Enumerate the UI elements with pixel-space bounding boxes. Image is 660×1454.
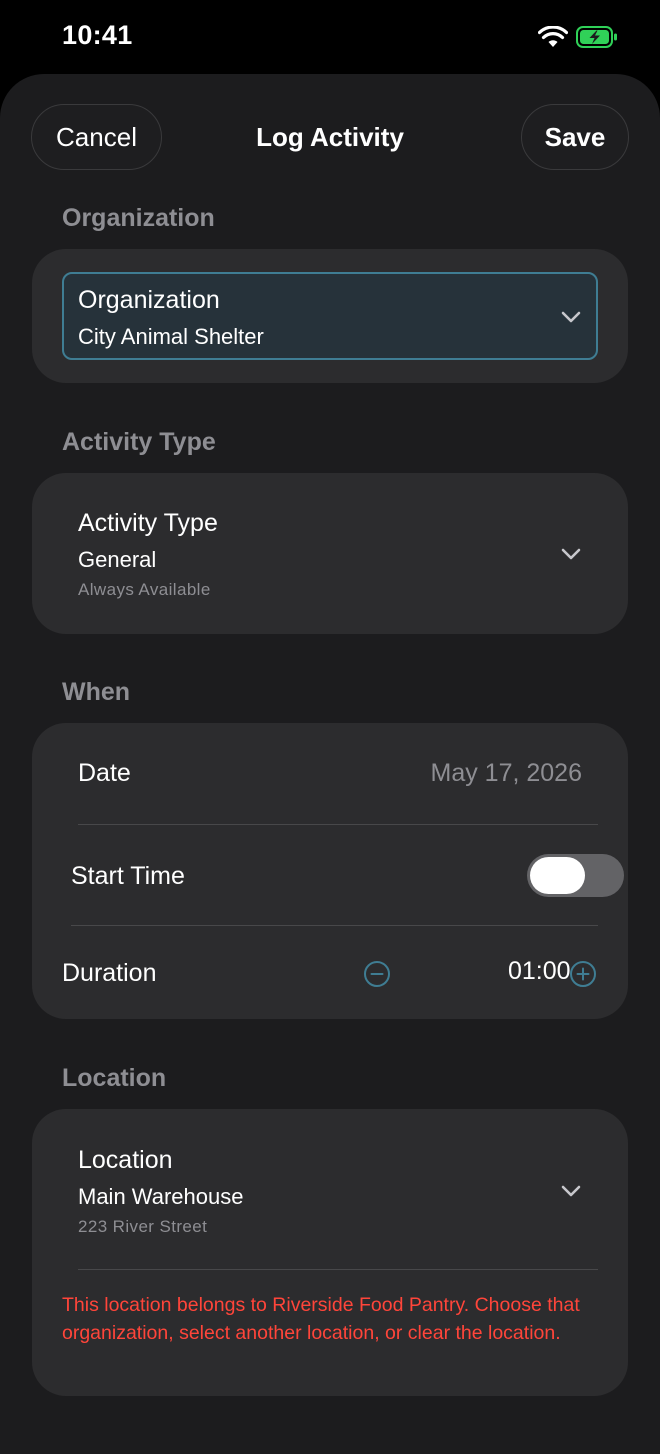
plus-circle-icon[interactable] xyxy=(569,960,597,988)
duration-value: 01:00 xyxy=(508,957,571,985)
battery-charging-icon xyxy=(576,26,617,48)
organization-field-label: Organization xyxy=(78,286,220,314)
divider xyxy=(71,925,598,926)
location-card: Location Main Warehouse 223 River Street… xyxy=(32,1109,628,1396)
chevron-down-icon xyxy=(561,311,581,323)
location-address: 223 River Street xyxy=(78,1217,208,1236)
wifi-icon xyxy=(538,26,568,47)
log-activity-sheet: Cancel Log Activity Save Organization Or… xyxy=(0,74,660,1454)
section-header-location: Location xyxy=(62,1064,167,1092)
date-picker[interactable]: May 17, 2026 xyxy=(431,759,583,788)
divider xyxy=(78,1269,598,1270)
status-bar: 10:41 xyxy=(0,0,660,74)
minus-circle-icon[interactable] xyxy=(363,960,391,988)
location-value: Main Warehouse xyxy=(78,1184,244,1209)
organization-picker[interactable]: Organization City Animal Shelter xyxy=(62,272,598,360)
activity-type-value: General xyxy=(78,547,157,572)
chevron-down-icon xyxy=(561,548,581,560)
when-card: Date May 17, 2026 Start Time Duration 01… xyxy=(32,723,628,1019)
start-time-toggle[interactable] xyxy=(527,854,624,897)
activity-type-field-label: Activity Type xyxy=(78,509,218,537)
date-label: Date xyxy=(78,759,131,787)
section-header-organization: Organization xyxy=(62,204,215,232)
section-header-activity-type: Activity Type xyxy=(62,428,216,456)
organization-value: City Animal Shelter xyxy=(78,324,264,349)
activity-type-card[interactable]: Activity Type General Always Available xyxy=(32,473,628,634)
location-warning-text: This location belongs to Riverside Food … xyxy=(62,1294,580,1344)
duration-label: Duration xyxy=(62,959,157,987)
save-button[interactable]: Save xyxy=(521,104,629,170)
location-picker[interactable]: Location Main Warehouse 223 River Street xyxy=(78,1146,243,1237)
activity-type-subtitle: Always Available xyxy=(78,580,211,599)
organization-picker-text: Organization City Animal Shelter xyxy=(78,286,264,350)
section-header-when: When xyxy=(62,678,131,706)
organization-card: Organization City Animal Shelter xyxy=(32,249,628,383)
chevron-down-icon xyxy=(561,1185,581,1197)
activity-type-picker[interactable]: Activity Type General Always Available xyxy=(78,509,218,600)
toggle-knob xyxy=(530,857,585,894)
start-time-label: Start Time xyxy=(71,862,185,890)
status-time: 10:41 xyxy=(62,20,133,50)
divider xyxy=(78,824,598,825)
location-field-label: Location xyxy=(78,1146,173,1174)
